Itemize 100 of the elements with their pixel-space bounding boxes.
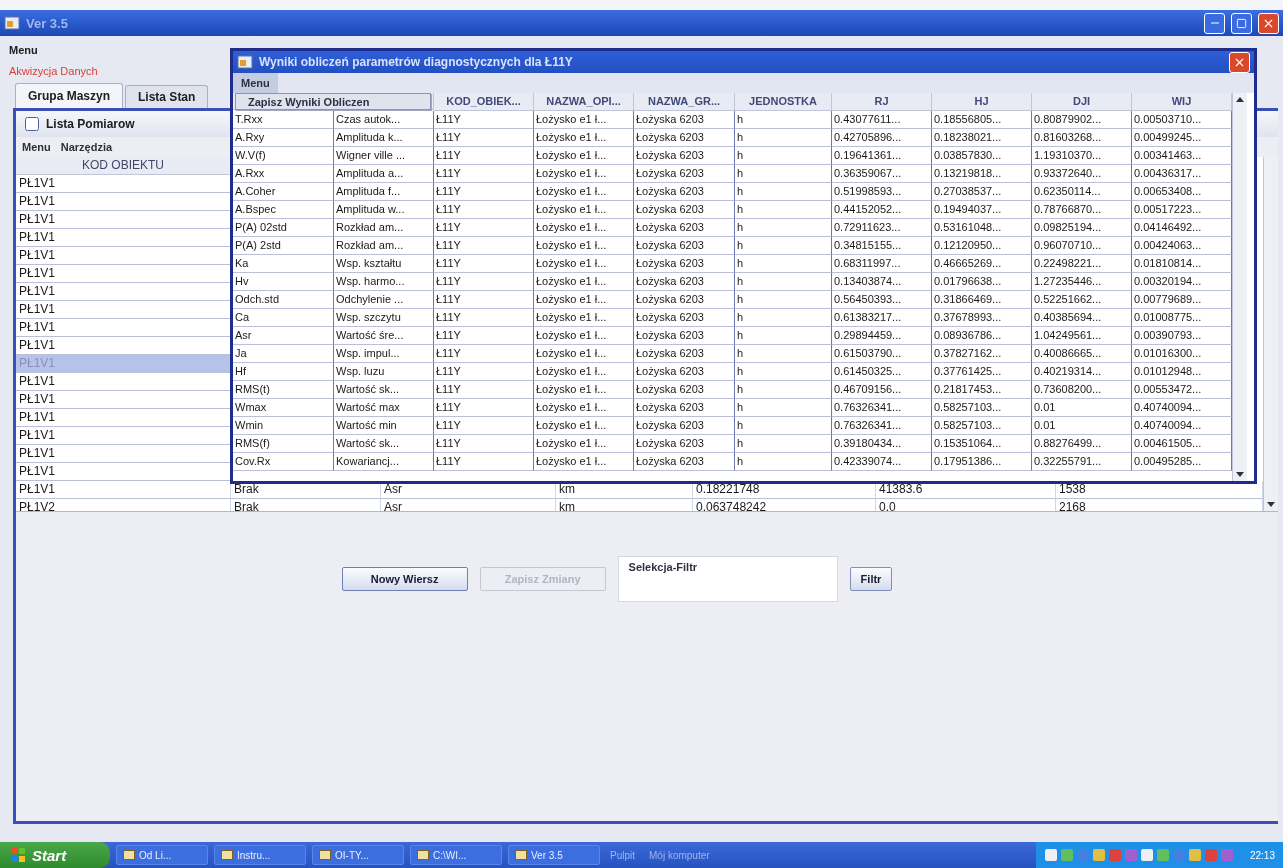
table-cell: Hv — [233, 273, 334, 291]
table-cell: Cov.Rx — [233, 453, 334, 471]
tab[interactable]: Lista Stan — [125, 85, 209, 108]
taskbar-button[interactable]: C:\WI... — [410, 845, 502, 865]
table-cell: 0.37678993... — [932, 309, 1032, 327]
table-cell: Łożyska 6203 — [634, 219, 735, 237]
taskbar-button[interactable]: Instru... — [214, 845, 306, 865]
menu-item[interactable]: Menu — [22, 141, 51, 153]
menu-item[interactable]: Narzędzia — [60, 141, 113, 153]
table-cell: Łożyska 6203 — [634, 165, 735, 183]
table-cell: 0.40086665... — [1032, 345, 1132, 363]
table-cell: Łożyska 6203 — [634, 345, 735, 363]
table-cell: PŁ1V1 — [16, 445, 231, 463]
table-cell: Łożyska 6203 — [634, 183, 735, 201]
table-cell: PŁ1V1 — [16, 247, 231, 265]
table-cell: 0.37827162... — [932, 345, 1032, 363]
app-icon — [237, 54, 253, 70]
table-cell: Łożysko e1 ł... — [534, 165, 634, 183]
start-button[interactable]: Start — [0, 842, 110, 868]
table-cell: Łożyska 6203 — [634, 381, 735, 399]
table-cell: PŁ1V1 — [16, 301, 231, 319]
table-cell: Odchylenie ... — [334, 291, 434, 309]
table-cell: 0.46709156... — [832, 381, 932, 399]
table-cell: Łożysko e1 ł... — [534, 129, 634, 147]
column-header[interactable]: KOD OBIEKTU — [16, 157, 231, 175]
table-cell: Łożysko e1 ł... — [534, 417, 634, 435]
window-icon — [319, 850, 331, 860]
table-cell: 0.36359067... — [832, 165, 932, 183]
table-cell: 0.03857830... — [932, 147, 1032, 165]
close-button[interactable] — [1258, 12, 1279, 34]
table-cell: RMS(t) — [233, 381, 334, 399]
table-cell: 0.46665269... — [932, 255, 1032, 273]
table-cell: Wartość sk... — [334, 435, 434, 453]
table-cell: Wsp. szczytu — [334, 309, 434, 327]
table-cell: 0.73608200... — [1032, 381, 1132, 399]
table-cell: 0.12120950... — [932, 237, 1032, 255]
taskbar-button[interactable]: Ver 3.5 — [508, 845, 600, 865]
menu-item[interactable]: Zapisz Wyniki Obliczen — [235, 93, 431, 110]
action-button[interactable]: Nowy Wiersz — [341, 567, 468, 591]
table-cell: Wmax — [233, 399, 334, 417]
scrollbar[interactable] — [1263, 157, 1278, 511]
table-cell: Kowariancj... — [334, 453, 434, 471]
table-cell: Łożyska 6203 — [634, 435, 735, 453]
taskbar-button[interactable]: OI-TY... — [312, 845, 404, 865]
column-header[interactable]: KOD_OBIEK... — [434, 93, 534, 111]
table-cell: Łożysko e1 ł... — [534, 363, 634, 381]
table-cell: 0.44152052... — [832, 201, 932, 219]
table-cell: Łożysko e1 ł... — [534, 435, 634, 453]
column-header[interactable]: DJI — [1032, 93, 1132, 111]
table-cell: h — [735, 147, 832, 165]
table-cell: PŁ1V1 — [16, 409, 231, 427]
table-cell: Ł11Y — [434, 273, 534, 291]
menu-item[interactable]: Menu — [5, 40, 42, 60]
table-cell: 0.72911623... — [832, 219, 932, 237]
table-cell: Ł11Y — [434, 453, 534, 471]
table-cell: Wmin — [233, 417, 334, 435]
filter-button[interactable]: Filtr — [849, 567, 893, 591]
table-cell: Łożyska 6203 — [634, 453, 735, 471]
minimize-button[interactable] — [1204, 12, 1225, 34]
table-cell: 0.01796638... — [932, 273, 1032, 291]
column-header[interactable]: JEDNOSTKA — [735, 93, 832, 111]
taskbar-button[interactable]: Od Li... — [116, 845, 208, 865]
table-cell: h — [735, 381, 832, 399]
column-header[interactable]: HJ — [932, 93, 1032, 111]
table-cell: 0.40385694... — [1032, 309, 1132, 327]
tab[interactable]: Grupa Maszyn — [15, 83, 124, 108]
windows-flag-icon — [10, 847, 26, 863]
table-cell: 1.19310370... — [1032, 147, 1132, 165]
column-header[interactable]: NAZWA_GR... — [634, 93, 735, 111]
table-cell: 0.42339074... — [832, 453, 932, 471]
scrollbar[interactable] — [1232, 93, 1247, 481]
column-header[interactable]: WIJ — [1132, 93, 1232, 111]
table-cell: 0.61450325... — [832, 363, 932, 381]
table-cell: 0.78766870... — [1032, 201, 1132, 219]
table-cell: 0.76326341... — [832, 417, 932, 435]
table-cell: Łożysko e1 ł... — [534, 237, 634, 255]
table-cell: h — [735, 255, 832, 273]
table-cell: 0.19494037... — [932, 201, 1032, 219]
table-cell: 1.27235446... — [1032, 273, 1132, 291]
column-header[interactable]: NAZWA_OPI... — [534, 93, 634, 111]
table-cell: 0.56450393... — [832, 291, 932, 309]
table-cell: h — [735, 399, 832, 417]
window-icon — [123, 850, 135, 860]
table-cell: Ł11Y — [434, 201, 534, 219]
table-cell: h — [735, 201, 832, 219]
filter-field[interactable]: Selekcja-Filtr — [617, 556, 838, 602]
table-cell: Ł11Y — [434, 255, 534, 273]
table-cell: Wsp. impul... — [334, 345, 434, 363]
table-cell: Wartość max — [334, 399, 434, 417]
window-icon — [417, 850, 429, 860]
table-cell: 0.29894459... — [832, 327, 932, 345]
close-button[interactable] — [1229, 51, 1250, 73]
column-header[interactable]: RJ — [832, 93, 932, 111]
maximize-button[interactable] — [1231, 12, 1252, 34]
table-cell: Ł11Y — [434, 381, 534, 399]
menu-item[interactable]: Akwizycja Danych — [5, 60, 102, 83]
table-cell: Łożysko e1 ł... — [534, 381, 634, 399]
menu-item[interactable]: Menu — [233, 73, 278, 93]
table-cell: h — [735, 345, 832, 363]
table-cell: PŁ1V1 — [16, 229, 231, 247]
